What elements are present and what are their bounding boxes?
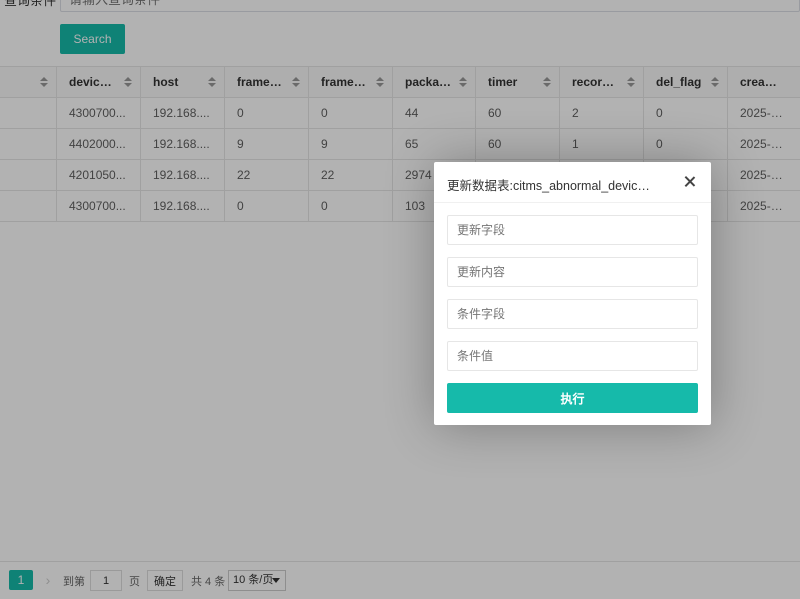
condition-value-input[interactable] [447, 341, 698, 371]
update-field-input[interactable] [447, 215, 698, 245]
close-icon[interactable] [682, 174, 698, 190]
update-content-input[interactable] [447, 257, 698, 287]
dialog-header: 更新数据表:citms_abnormal_device_a... [434, 162, 711, 203]
update-table-dialog: 更新数据表:citms_abnormal_device_a... 执行 [434, 162, 711, 425]
execute-button[interactable]: 执行 [447, 383, 698, 413]
dialog-title: 更新数据表:citms_abnormal_device_a... [447, 179, 652, 193]
condition-field-input[interactable] [447, 299, 698, 329]
